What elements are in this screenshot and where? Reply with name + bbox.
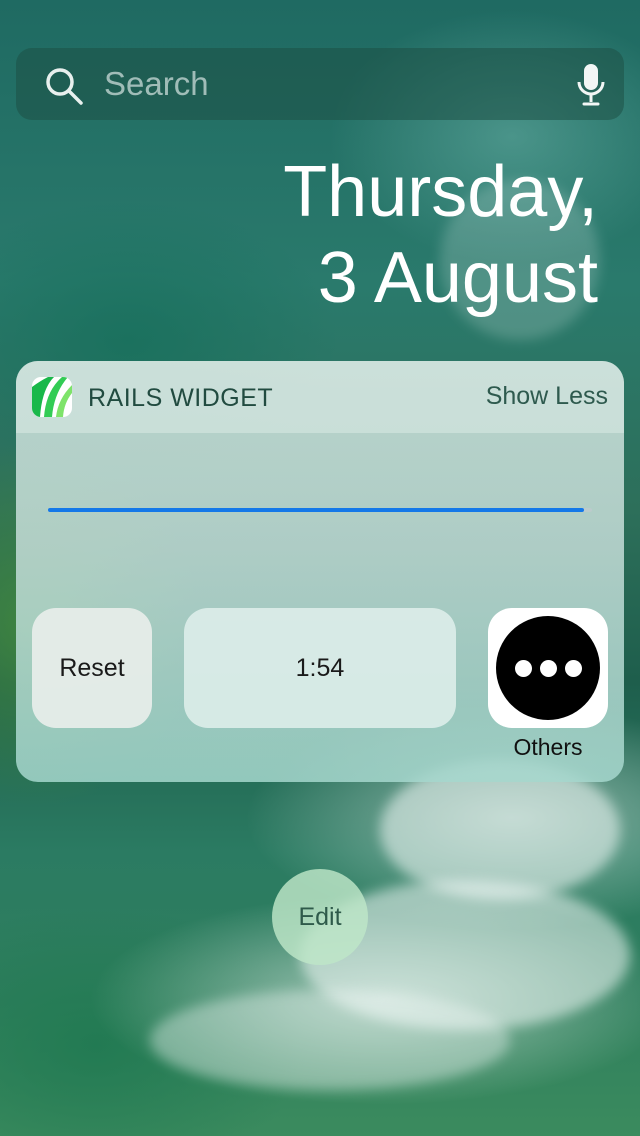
widget-title: RAILS WIDGET	[88, 384, 274, 412]
date-weekday: Thursday,	[283, 152, 598, 232]
progress-bar	[48, 508, 592, 512]
widget-header: RAILS WIDGET Show Less	[16, 361, 624, 433]
time-button[interactable]: 1:54	[184, 608, 456, 728]
edit-button-label: Edit	[298, 902, 342, 931]
search-input[interactable]: Search	[104, 66, 209, 102]
search-icon	[46, 68, 83, 105]
dot	[539, 659, 557, 677]
microphone-icon[interactable]	[576, 62, 606, 108]
wave-foam	[150, 990, 510, 1090]
dot	[564, 659, 582, 677]
dot	[514, 659, 532, 677]
rails-app-icon[interactable]	[32, 377, 72, 417]
date-day-month: 3 August	[317, 238, 598, 318]
others-button[interactable]	[488, 608, 608, 728]
search-bar[interactable]: Search	[16, 48, 624, 120]
more-dots-icon	[496, 616, 600, 720]
progress-fill	[48, 508, 584, 512]
edit-button[interactable]: Edit	[272, 869, 368, 965]
show-less-button[interactable]: Show Less	[486, 381, 608, 411]
reset-button[interactable]: Reset	[32, 608, 152, 728]
reset-button-label: Reset	[59, 653, 125, 682]
rails-widget: RAILS WIDGET Show Less Reset 1:54 Others	[16, 361, 624, 782]
time-label: 1:54	[295, 653, 345, 682]
others-label: Others	[513, 734, 583, 760]
